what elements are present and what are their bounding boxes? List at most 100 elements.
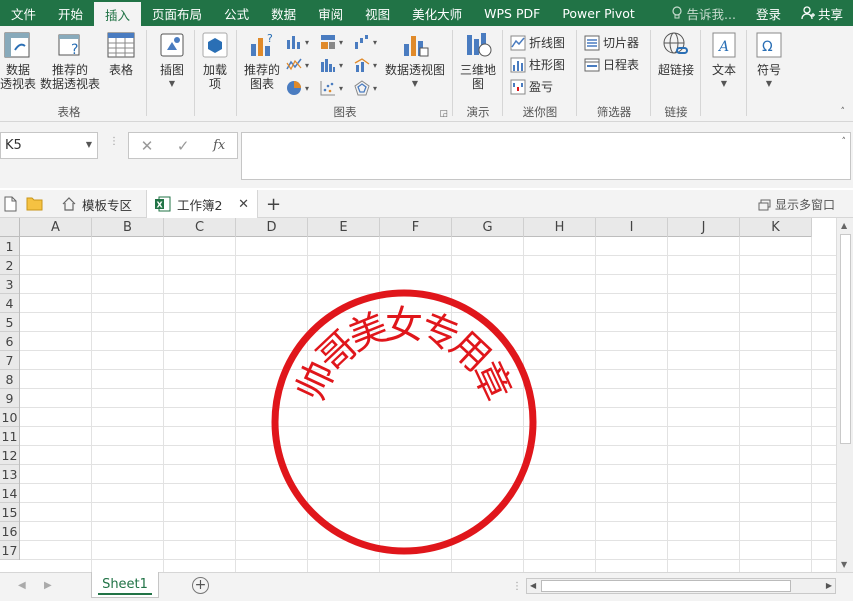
sparkline-column-button[interactable]: 柱形图 [510,56,565,73]
name-box[interactable]: K5 ▼ [0,132,98,159]
collapse-formula-icon[interactable]: ˄ [842,137,847,147]
row-header[interactable]: 1 [0,237,19,256]
close-icon[interactable]: ✕ [238,197,249,212]
slicer-button[interactable]: 切片器 [584,34,639,51]
row-header[interactable]: 11 [0,427,19,446]
new-file-icon[interactable] [4,196,17,212]
row-header[interactable]: 4 [0,294,19,313]
menu-tab[interactable]: WPS PDF [473,0,551,26]
menu-tab[interactable]: 审阅 [307,0,354,26]
share-button[interactable]: 共享 [791,0,853,26]
collapse-ribbon-icon[interactable]: ˄ [841,107,846,117]
resize-handle-icon[interactable]: ⋮ [512,581,522,592]
column-header[interactable]: H [524,218,596,237]
confirm-icon[interactable]: ✓ [177,137,190,155]
row-header[interactable]: 12 [0,446,19,465]
scroll-left-icon[interactable]: ◀ [530,581,536,590]
menu-tab[interactable]: 文件 [0,0,47,26]
symbols-button[interactable]: Ω 符号 ▼ [750,30,788,91]
radar-chart-button[interactable]: ▾ [354,80,377,96]
folder-icon[interactable] [26,196,43,211]
menu-tab[interactable]: 插入 [94,2,142,26]
illustrations-button[interactable]: 插图 ▼ [152,30,192,91]
recommended-pivot-button[interactable]: ? 推荐的 数据透视表 [40,30,100,91]
drag-handle-icon[interactable]: ⋮ [109,137,119,147]
vertical-scrollbar[interactable]: ▲ ▼ [836,218,853,572]
multi-window-button[interactable]: 显示多窗口 [758,196,835,213]
column-header[interactable]: E [308,218,380,237]
hierarchy-chart-button[interactable]: ▾ [320,34,343,50]
scatter-chart-button[interactable]: ▾ [320,80,343,96]
row-header[interactable]: 17 [0,541,19,560]
pivot-table-button[interactable]: 数据 透视表 [0,30,36,91]
illustrations-group: 插图 ▼ [152,26,192,122]
waterfall-chart-button[interactable]: ▾ [354,34,377,50]
menu-tab[interactable]: 开始 [47,0,94,26]
formula-input[interactable]: ˄ [241,132,851,180]
column-header[interactable]: J [668,218,740,237]
line-chart-button[interactable]: ▾ [286,57,309,73]
addins-button[interactable]: 加载 项 [198,30,232,91]
vertical-scroll-thumb[interactable] [840,234,851,444]
menu-tab[interactable]: 视图 [354,0,401,26]
menu-tab[interactable]: 美化大师 [401,0,473,26]
column-header[interactable]: D [236,218,308,237]
column-header[interactable]: A [20,218,92,237]
menu-tab[interactable]: 公式 [213,0,260,26]
menu-tab[interactable]: 数据 [260,0,307,26]
column-header[interactable]: C [164,218,236,237]
row-header[interactable]: 14 [0,484,19,503]
column-header[interactable]: K [740,218,812,237]
recommended-charts-button[interactable]: ? 推荐的 图表 [240,30,284,91]
template-zone-tab[interactable]: 模板专区 [54,190,140,218]
horizontal-scrollbar[interactable]: ◀ ▶ [526,578,836,594]
row-header[interactable]: 5 [0,313,19,332]
row-header[interactable]: 8 [0,370,19,389]
column-chart-button[interactable]: ▾ [286,34,309,50]
scroll-down-icon[interactable]: ▼ [841,560,847,569]
column-header[interactable]: B [92,218,164,237]
text-button[interactable]: A 文本 ▼ [704,30,744,91]
row-header[interactable]: 2 [0,256,19,275]
menu-tab[interactable]: Power Pivot [551,0,645,26]
row-header[interactable]: 13 [0,465,19,484]
scroll-up-icon[interactable]: ▲ [841,221,847,230]
workbook-tab-active[interactable]: X 工作簿2 ✕ [146,190,258,218]
column-header[interactable]: G [452,218,524,237]
cell-area[interactable]: 帅哥美女专用章 [20,237,836,572]
row-header[interactable]: 3 [0,275,19,294]
column-header[interactable]: F [380,218,452,237]
row-header[interactable]: 15 [0,503,19,522]
row-header[interactable]: 6 [0,332,19,351]
tell-me-box[interactable]: 告诉我... [661,4,746,23]
sparkline-line-button[interactable]: 折线图 [510,34,565,51]
table-button[interactable]: 表格 [104,30,138,77]
hyperlink-button[interactable]: 超链接 [654,30,698,77]
pivot-chart-button[interactable]: 数据透视图 ▼ [382,30,448,91]
sparkline-winloss-button[interactable]: 盈亏 [510,78,553,95]
scroll-right-icon[interactable]: ▶ [826,581,832,590]
column-header[interactable]: I [596,218,668,237]
chevron-down-icon[interactable]: ▼ [86,140,92,149]
sheet-next-icon[interactable]: ▶ [44,580,52,591]
menu-tab[interactable]: 页面布局 [141,0,213,26]
login-button[interactable]: 登录 [746,4,791,23]
insert-function-icon[interactable]: fx [213,138,225,153]
cancel-icon[interactable]: ✕ [141,137,154,155]
statistic-chart-button[interactable]: ▾ [320,57,343,73]
add-workbook-icon[interactable]: + [258,190,289,218]
sheet-tab[interactable]: Sheet1 [91,572,159,598]
pie-chart-button[interactable]: ▾ [286,80,309,96]
sheet-prev-icon[interactable]: ◀ [18,580,26,591]
timeline-button[interactable]: 日程表 [584,56,639,73]
horizontal-scroll-thumb[interactable] [541,580,791,592]
add-sheet-icon[interactable]: + [192,577,209,594]
map3d-button[interactable]: 三维地 图 [456,30,500,91]
combo-chart-button[interactable]: ▾ [354,57,377,73]
dialog-launcher-icon[interactable]: ◲ [439,109,448,119]
row-header[interactable]: 16 [0,522,19,541]
row-header[interactable]: 9 [0,389,19,408]
row-header[interactable]: 7 [0,351,19,370]
select-all-corner[interactable] [0,218,20,237]
row-header[interactable]: 10 [0,408,19,427]
